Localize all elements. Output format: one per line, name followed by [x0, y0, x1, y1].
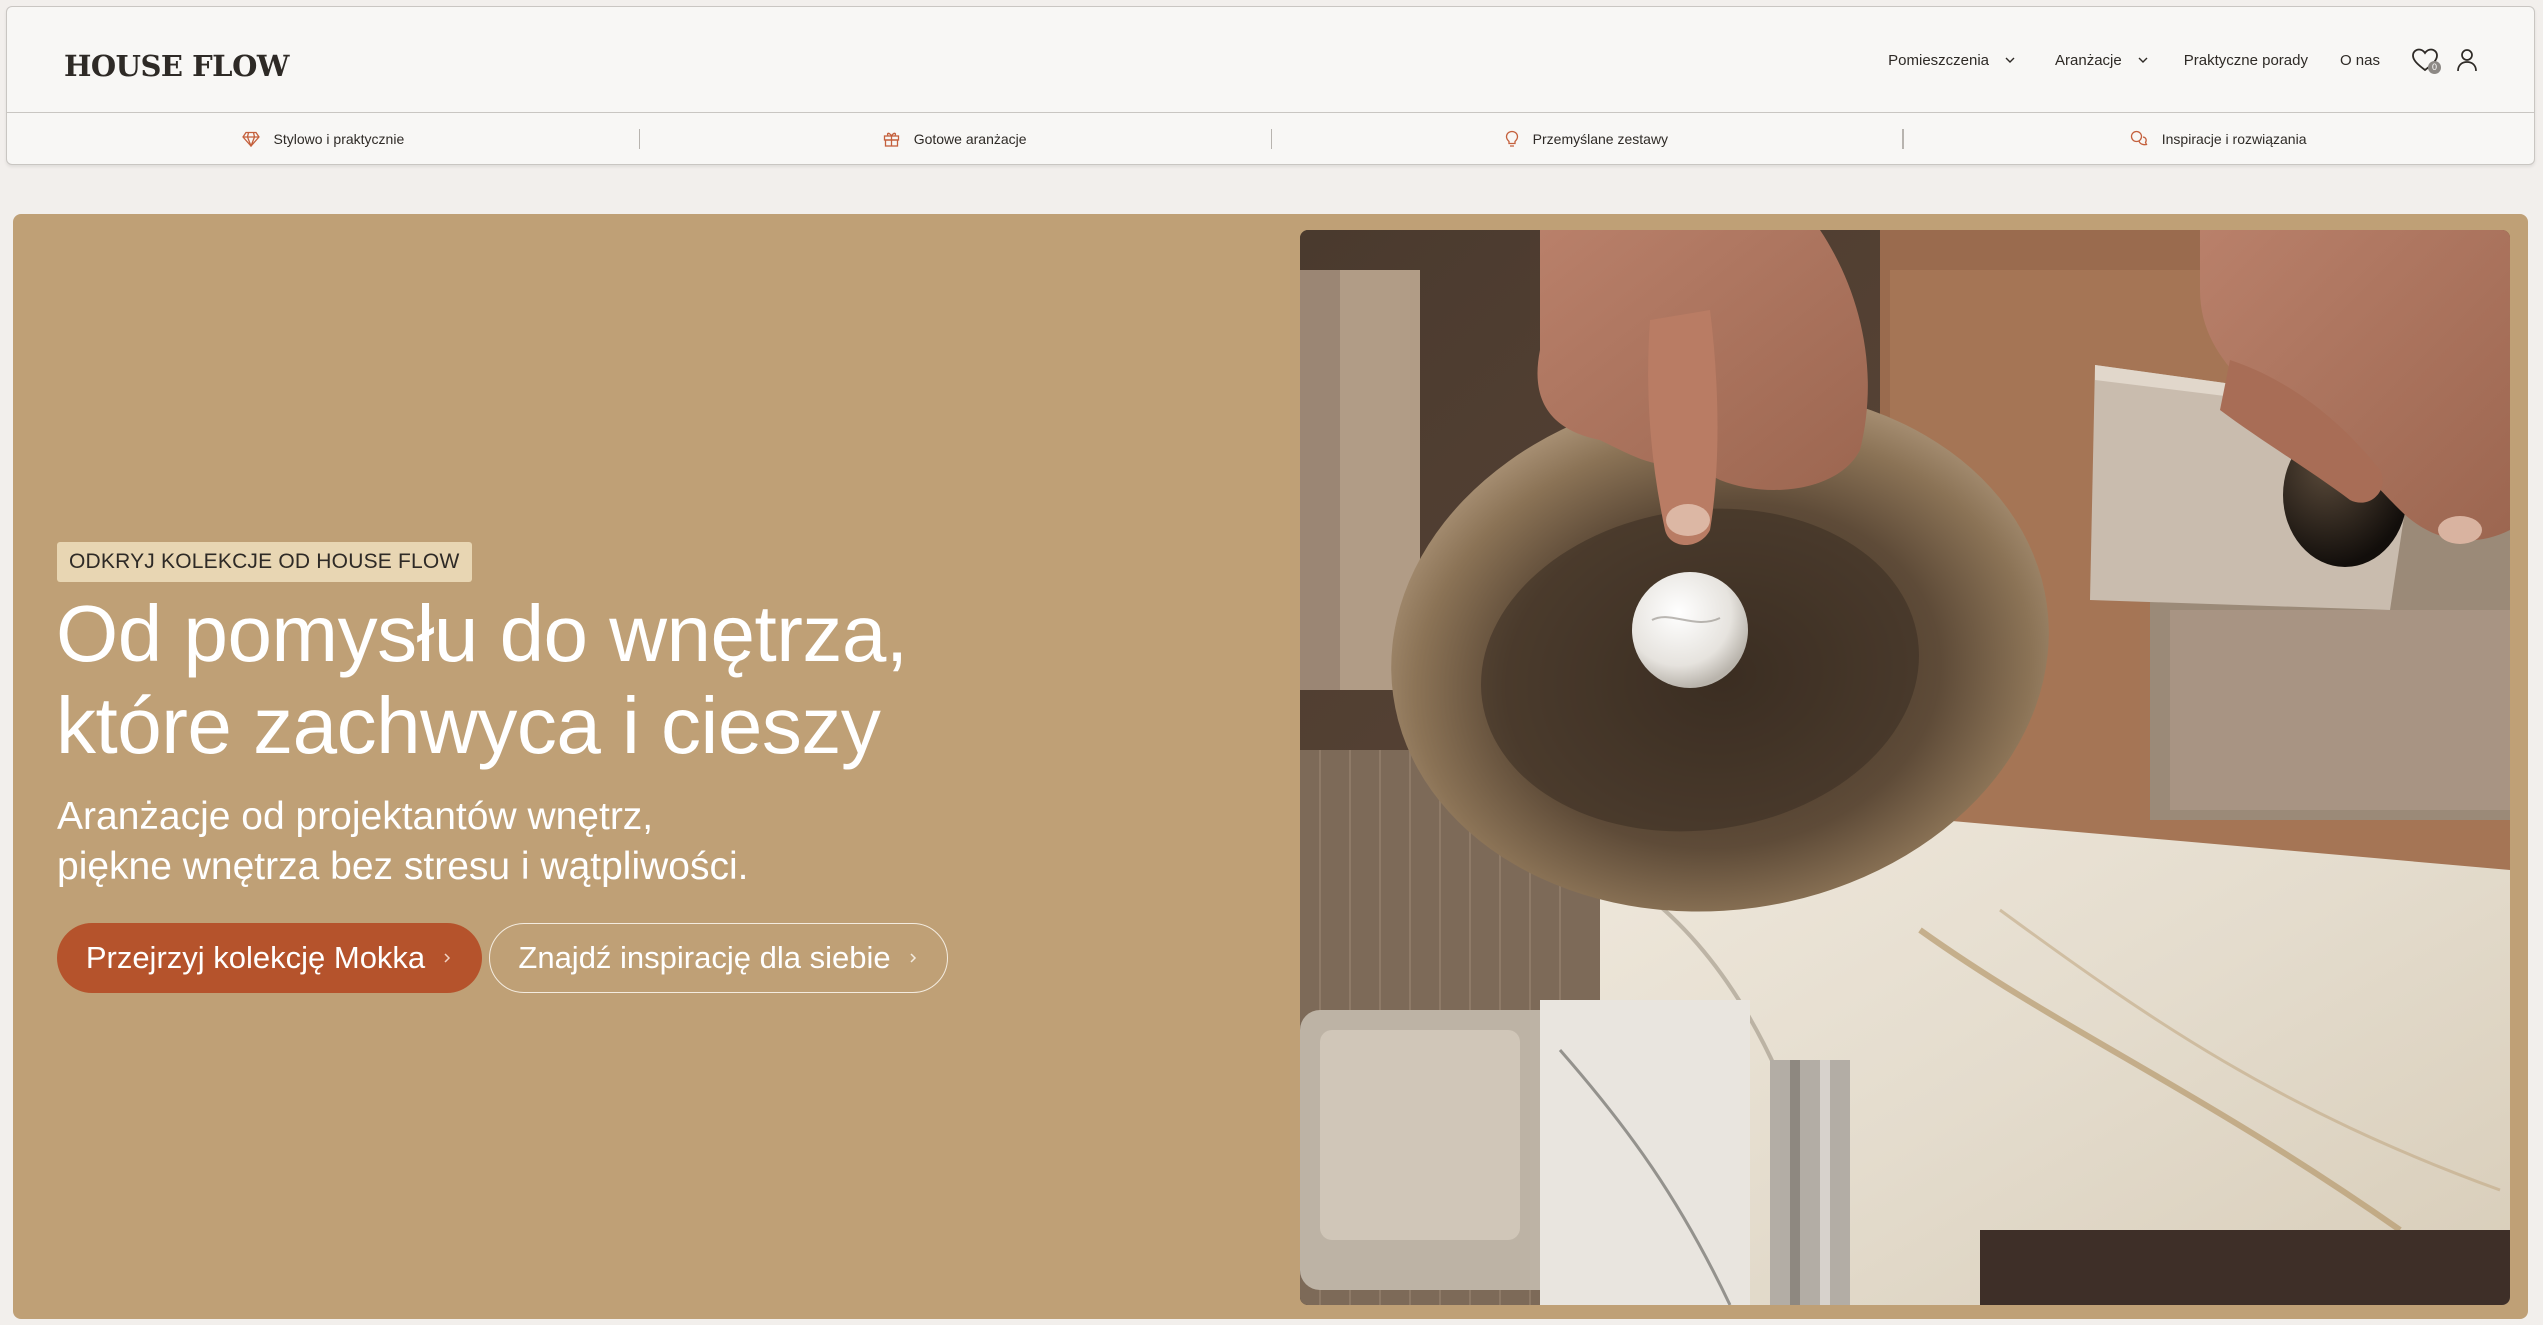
feature-label: Przemyślane zestawy — [1532, 130, 1669, 147]
hero-headline-line2: które zachwyca i cieszy — [56, 681, 881, 770]
user-icon — [2457, 49, 2477, 72]
hero-eyebrow: ODKRYJ KOLEKCJE OD HOUSE FLOW — [57, 542, 472, 582]
chevron-down-icon — [2005, 57, 2015, 63]
hero-image — [1300, 230, 2510, 1305]
feature-label: Inspiracje i rozwiązania — [2161, 130, 2307, 147]
nav-about[interactable]: O nas — [2340, 52, 2380, 69]
material-samples-photo — [1300, 230, 2510, 1305]
nav-rooms[interactable]: Pomieszczenia — [1888, 52, 2017, 69]
nav-tips[interactable]: Praktyczne porady — [2184, 52, 2308, 69]
diamond-icon — [241, 131, 260, 147]
site-header: HOUSE FLOW Pomieszczenia Aranżacje Prakt… — [6, 6, 2535, 165]
chevron-down-icon — [2138, 57, 2148, 63]
chevron-right-icon — [444, 953, 451, 963]
main-nav: Pomieszczenia Aranżacje Praktyczne porad… — [1888, 7, 2534, 113]
feature-inspiration: Inspiracje i rozwiązania — [1902, 113, 2534, 164]
browse-collection-label: Przejrzyj kolekcję Mokka — [85, 940, 426, 975]
nav-arrangements[interactable]: Aranżacje — [2055, 52, 2150, 69]
hero-headline-line1: Od pomysłu do wnętrza, — [56, 589, 908, 678]
wishlist-button[interactable]: 0 — [2410, 45, 2441, 75]
hero-headline: Od pomysłu do wnętrza, które zachwyca i … — [56, 588, 1236, 772]
feature-stylish: Stylowo i praktycznie — [7, 113, 639, 164]
hero-sub-line2: piękne wnętrza bez stresu i wątpliwości. — [57, 845, 749, 888]
account-button[interactable] — [2452, 45, 2482, 75]
feature-ready: Gotowe aranżacje — [638, 113, 1271, 164]
hero-sub-line1: Aranżacje od projektantów wnętrz, — [57, 795, 654, 838]
feature-sets: Przemyślane zestawy — [1270, 113, 1903, 164]
lightbulb-icon — [1505, 130, 1518, 147]
gift-icon — [883, 132, 899, 147]
wishlist-count-badge: 0 — [2428, 61, 2441, 74]
top-bar: HOUSE FLOW Pomieszczenia Aranżacje Prakt… — [7, 7, 2534, 113]
find-inspiration-button[interactable]: Znajdź inspirację dla siebie — [489, 923, 948, 993]
features-bar: Stylowo i praktycznie Gotowe aranżacje P… — [7, 113, 2534, 164]
chat-bubbles-icon — [2130, 130, 2148, 146]
nav-rooms-label: Pomieszczenia — [1888, 51, 1990, 69]
browse-collection-button[interactable]: Przejrzyj kolekcję Mokka — [57, 923, 482, 993]
find-inspiration-label: Znajdź inspirację dla siebie — [518, 940, 891, 975]
feature-label: Stylowo i praktycznie — [273, 130, 405, 147]
hero-subheadline: Aranżacje od projektantów wnętrz, piękne… — [57, 792, 1237, 892]
nav-arrangements-label: Aranżacje — [2055, 51, 2122, 69]
chevron-right-icon — [910, 953, 916, 963]
logo[interactable]: HOUSE FLOW — [64, 49, 289, 83]
hero-section: ODKRYJ KOLEKCJE OD HOUSE FLOW Od pomysłu… — [13, 214, 2528, 1319]
feature-label: Gotowe aranżacje — [913, 130, 1027, 147]
